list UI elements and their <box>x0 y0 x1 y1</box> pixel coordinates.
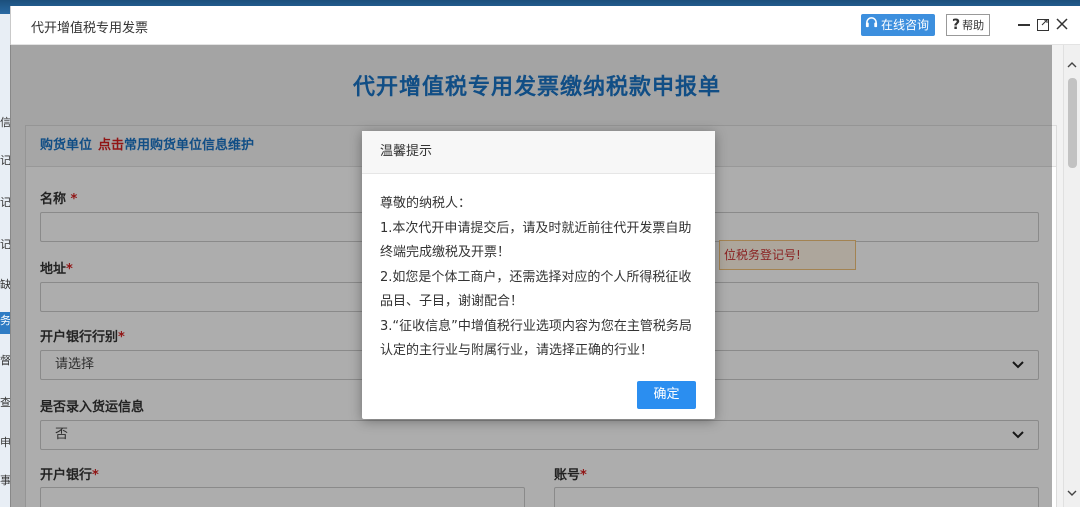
online-consult-button[interactable]: 在线咨询 <box>861 14 936 36</box>
dialog-line: 3.“征收信息”中增值税行业选项内容为您在主管税务局认定的主行业与附属行业，请选… <box>380 318 692 359</box>
online-consult-label: 在线咨询 <box>881 18 930 32</box>
dialog-line: 2.如您是个体工商户，还需选择对应的个人所得税征收品目、子目，谢谢配合！ <box>380 269 692 310</box>
background-app-sidebar: 信 记 记 记 缺 务 督 查 申 事 <box>0 14 10 507</box>
dialog-body: 尊敬的纳税人： 1.本次代开申请提交后，请及时就近前往代开发票自助终端完成缴税及… <box>362 174 715 364</box>
background-sidebar-char: 查 <box>0 396 10 409</box>
help-label: 帮助 <box>962 19 985 32</box>
background-sidebar-char: 记 <box>0 238 10 251</box>
scrollbar-thumb[interactable] <box>1068 78 1077 168</box>
background-sidebar-char: 信 <box>0 116 10 129</box>
confirm-button[interactable]: 确定 <box>637 381 696 409</box>
background-sidebar-char: 记 <box>0 154 10 167</box>
restore-icon[interactable] <box>1036 14 1050 39</box>
background-sidebar-char: 申 <box>0 436 10 449</box>
background-sidebar-char: 事 <box>0 474 10 487</box>
dialog-line: 1.本次代开申请提交后，请及时就近前往代开发票自助终端完成缴税及开票！ <box>380 220 692 261</box>
background-sidebar-char: 记 <box>0 196 10 209</box>
background-sidebar-char: 督 <box>0 354 10 367</box>
background-sidebar-char: 缺 <box>0 278 10 291</box>
window-title: 代开增值税专用发票 <box>31 21 149 36</box>
vertical-scrollbar[interactable] <box>1063 45 1080 507</box>
close-icon[interactable] <box>1055 14 1069 39</box>
help-button[interactable]: ? 帮助 <box>946 14 991 36</box>
help-icon: ? <box>952 17 961 33</box>
window-titlebar: 代开增值税专用发票 在线咨询 ? 帮助 <box>11 6 1080 45</box>
minimize-icon[interactable] <box>1017 14 1031 39</box>
background-sidebar-char: 务 <box>0 312 10 334</box>
tip-dialog: 温馨提示 尊敬的纳税人： 1.本次代开申请提交后，请及时就近前往代开发票自助终端… <box>362 131 715 419</box>
dialog-line: 尊敬的纳税人： <box>380 196 472 211</box>
headset-icon <box>865 14 878 36</box>
scroll-down-icon[interactable] <box>1067 487 1077 500</box>
scroll-up-icon[interactable] <box>1067 59 1077 72</box>
dialog-title: 温馨提示 <box>362 131 715 174</box>
